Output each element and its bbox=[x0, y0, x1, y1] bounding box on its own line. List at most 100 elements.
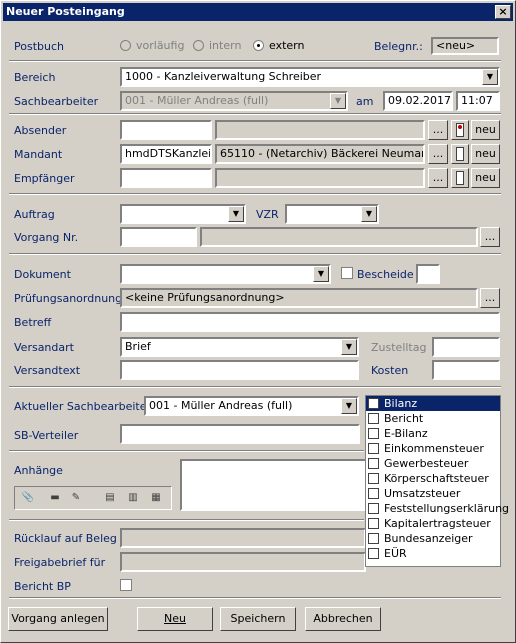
mandant-browse-button[interactable]: ... bbox=[428, 144, 448, 164]
vorgang-nr-field[interactable] bbox=[120, 227, 197, 247]
checkbox[interactable] bbox=[368, 548, 379, 559]
close-button[interactable]: × bbox=[495, 5, 511, 19]
empfaenger-new-button[interactable]: neu bbox=[471, 168, 500, 188]
absender-browse-button[interactable]: ... bbox=[428, 120, 448, 140]
absender-new-button[interactable]: neu bbox=[471, 120, 500, 140]
checklist-item[interactable]: Umsatzsteuer bbox=[366, 486, 500, 501]
bescheide-field[interactable] bbox=[416, 264, 440, 284]
pdf-icon[interactable]: ▥ bbox=[124, 489, 142, 507]
versandart-select[interactable]: Brief ▼ bbox=[120, 337, 359, 357]
checklist-item[interactable]: Kapitalertragsteuer bbox=[366, 516, 500, 531]
checkbox[interactable] bbox=[368, 473, 379, 484]
time-field[interactable]: 11:07 bbox=[456, 91, 500, 111]
checklist-item-label: Bundesanzeiger bbox=[384, 532, 473, 545]
vorgang-browse-button[interactable]: ... bbox=[480, 227, 500, 247]
empfaenger-traffic-light-icon[interactable] bbox=[451, 168, 469, 188]
checklist-item[interactable]: E-Bilanz bbox=[366, 426, 500, 441]
paperclip-icon[interactable]: 📎 bbox=[19, 489, 37, 507]
checkbox[interactable] bbox=[368, 503, 379, 514]
file-icon[interactable]: ▦ bbox=[147, 489, 165, 507]
checklist-item[interactable]: Bundesanzeiger bbox=[366, 531, 500, 546]
edit-document-icon[interactable]: ✎ bbox=[67, 489, 85, 507]
sachbearbeiter-label: Sachbearbeiter bbox=[14, 95, 99, 108]
radio-vorlaeufig-label: vorläufig bbox=[136, 39, 185, 52]
scan-icon[interactable]: ▬ bbox=[46, 489, 64, 507]
auftrag-label: Auftrag bbox=[14, 208, 55, 221]
radio-intern[interactable] bbox=[193, 40, 204, 51]
traffic-light-frame bbox=[456, 123, 464, 137]
separator bbox=[9, 519, 364, 521]
kosten-field[interactable] bbox=[432, 360, 500, 380]
anhaenge-list[interactable] bbox=[180, 459, 368, 511]
red-light-icon bbox=[458, 125, 462, 129]
separator bbox=[9, 253, 501, 255]
kosten-label: Kosten bbox=[371, 364, 409, 377]
mandant-name-field: 65110 - (Netarchiv) Bäckerei Neumann bbox=[215, 144, 425, 164]
checkbox[interactable] bbox=[368, 443, 379, 454]
pruefung-browse-button[interactable]: ... bbox=[480, 288, 500, 308]
chevron-down-icon[interactable]: ▼ bbox=[361, 206, 377, 222]
radio-extern[interactable] bbox=[253, 40, 264, 51]
betreff-field[interactable] bbox=[120, 312, 500, 332]
checkbox[interactable] bbox=[368, 398, 379, 409]
chevron-down-icon[interactable]: ▼ bbox=[313, 266, 329, 282]
document-icon[interactable]: ▤ bbox=[101, 489, 119, 507]
radio-vorlaeufig[interactable] bbox=[120, 40, 131, 51]
pruefung-field: <keine Prüfungsanordnung> bbox=[120, 288, 478, 308]
vorgang-anlegen-button[interactable]: Vorgang anlegen bbox=[8, 607, 108, 631]
bescheide-checkbox[interactable] bbox=[341, 267, 353, 279]
checkbox[interactable] bbox=[368, 428, 379, 439]
chevron-down-icon[interactable]: ▼ bbox=[341, 398, 357, 414]
chevron-down-icon[interactable]: ▼ bbox=[341, 339, 357, 355]
empfaenger-browse-button[interactable]: ... bbox=[428, 168, 448, 188]
checklist-item-label: EÜR bbox=[384, 547, 407, 560]
absender-traffic-light-icon[interactable] bbox=[451, 120, 469, 140]
chevron-down-icon[interactable]: ▼ bbox=[228, 206, 244, 222]
checklist-item[interactable]: EÜR bbox=[366, 546, 500, 561]
checklist-item[interactable]: Körperschaftsteuer bbox=[366, 471, 500, 486]
report-type-checklist[interactable]: Bilanz Bericht E-Bilanz Einkommensteuer … bbox=[365, 395, 509, 567]
mandant-new-button[interactable]: neu bbox=[471, 144, 500, 164]
attachment-toolbar: 📎 ▬ ✎ ▤ ▥ ▦ bbox=[14, 486, 172, 510]
checklist-item[interactable]: Bilanz bbox=[366, 396, 500, 411]
zustelltag-field[interactable] bbox=[432, 337, 500, 357]
checklist-item[interactable]: Bericht bbox=[366, 411, 500, 426]
speichern-button[interactable]: Speichern bbox=[220, 607, 296, 631]
versandtext-field[interactable] bbox=[120, 360, 359, 380]
checkbox[interactable] bbox=[368, 518, 379, 529]
absender-code-field[interactable] bbox=[120, 120, 212, 140]
mandant-label: Mandant bbox=[14, 148, 63, 161]
checkbox[interactable] bbox=[368, 533, 379, 544]
checkbox[interactable] bbox=[368, 413, 379, 424]
auftrag-select[interactable]: ▼ bbox=[120, 204, 246, 224]
checkbox[interactable] bbox=[368, 488, 379, 499]
checklist-item[interactable]: Feststellungserklärung bbox=[366, 501, 509, 516]
checklist-item-label: Körperschaftsteuer bbox=[384, 472, 489, 485]
am-label: am bbox=[356, 95, 374, 108]
sachbearbeiter-value: 001 - Müller Andreas (full) bbox=[125, 94, 269, 107]
checklist-item-label: Feststellungserklärung bbox=[384, 502, 510, 515]
checklist-item[interactable]: Einkommensteuer bbox=[366, 441, 500, 456]
checklist-item[interactable]: Gewerbesteuer bbox=[366, 456, 500, 471]
sbverteiler-label: SB-Verteiler bbox=[14, 429, 79, 442]
sbverteiler-field[interactable] bbox=[120, 424, 360, 444]
dokument-select[interactable]: ▼ bbox=[120, 264, 331, 284]
bereich-select[interactable]: 1000 - Kanzleiverwaltung Schreiber ▼ bbox=[120, 67, 500, 87]
dialog-window: Neuer Posteingang × Postbuch vorläufig i… bbox=[0, 0, 516, 643]
window-title: Neuer Posteingang bbox=[6, 5, 125, 18]
checklist-item-label: Bericht bbox=[384, 412, 424, 425]
vzr-select[interactable]: ▼ bbox=[285, 204, 379, 224]
chevron-down-icon[interactable]: ▼ bbox=[330, 93, 346, 109]
empfaenger-code-field[interactable] bbox=[120, 168, 212, 188]
freigabe-field bbox=[120, 552, 366, 572]
mandant-traffic-light-icon[interactable] bbox=[451, 144, 469, 164]
date-field[interactable]: 09.02.2017 bbox=[383, 91, 453, 111]
chevron-down-icon[interactable]: ▼ bbox=[482, 69, 498, 85]
abbrechen-button[interactable]: Abbrechen bbox=[305, 607, 381, 631]
neu-button[interactable]: Neu bbox=[137, 607, 213, 631]
aktueller-select[interactable]: 001 - Müller Andreas (full) ▼ bbox=[144, 396, 359, 416]
mandant-code-field[interactable]: hmdDTSKanzlei10 bbox=[120, 144, 212, 164]
bericht-bp-checkbox[interactable] bbox=[120, 579, 132, 591]
sachbearbeiter-select[interactable]: 001 - Müller Andreas (full) ▼ bbox=[120, 91, 348, 111]
checkbox[interactable] bbox=[368, 458, 379, 469]
